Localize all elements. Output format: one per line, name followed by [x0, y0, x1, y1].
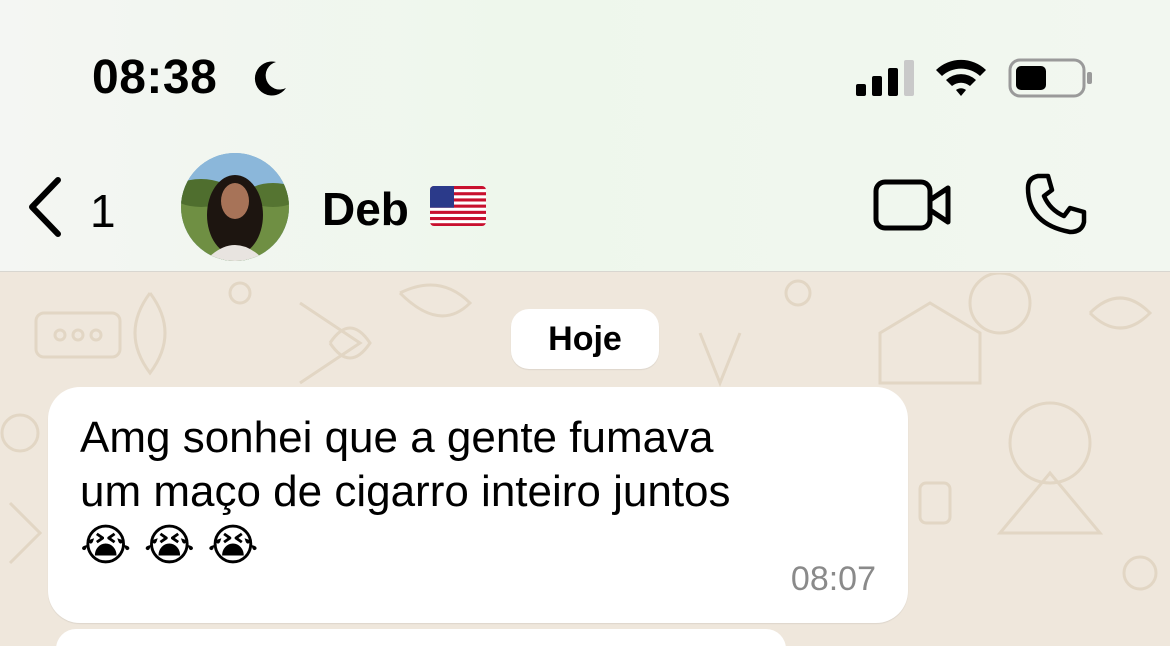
phone-call-icon[interactable]: [1024, 172, 1088, 236]
top-bar: 08:38 1 Deb: [0, 0, 1170, 272]
date-separator: Hoje: [511, 309, 659, 369]
message-bubble[interactable]: Amg sonhei que a gente fumava um maço de…: [48, 387, 908, 623]
next-message-bubble[interactable]: [56, 629, 786, 646]
chat-screen: 08:38 1 Deb Hoje Amg sonhei que a gente …: [0, 0, 1170, 646]
unread-count[interactable]: 1: [90, 184, 116, 238]
contact-avatar[interactable]: [181, 153, 289, 261]
chat-area[interactable]: Hoje Amg sonhei que a gente fumava um ma…: [0, 273, 1170, 646]
wifi-icon: [936, 59, 986, 96]
back-chevron-icon[interactable]: [20, 172, 72, 242]
flag-us-icon: [430, 186, 486, 226]
status-time: 08:38: [92, 51, 218, 104]
message-text: Amg sonhei que a gente fumava um maço de…: [80, 413, 731, 570]
video-call-icon[interactable]: [872, 176, 954, 234]
moon-icon: [254, 61, 286, 96]
message-time: 08:07: [790, 560, 876, 598]
signal-icon: [856, 60, 914, 96]
contact-name[interactable]: Deb: [322, 182, 409, 236]
battery-icon: [1008, 58, 1092, 98]
